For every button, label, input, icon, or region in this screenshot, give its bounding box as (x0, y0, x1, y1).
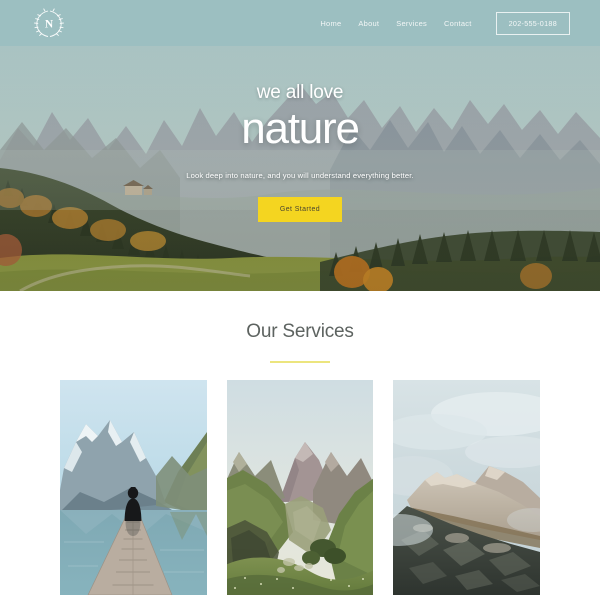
service-cards (60, 380, 540, 595)
logo-letter: N (45, 18, 54, 30)
site-logo[interactable]: N (32, 7, 66, 39)
service-card-image-3 (393, 380, 540, 595)
service-card-image-1 (60, 380, 207, 595)
services-heading: Our Services (246, 321, 354, 342)
nav-item-contact[interactable]: Contact (444, 19, 472, 28)
services-section: Our Services (0, 291, 600, 600)
site-header: N Home About Services Contact 202-555-01… (0, 0, 600, 46)
nav-item-services[interactable]: Services (396, 19, 427, 28)
get-started-button[interactable]: Get Started (257, 196, 343, 222)
services-underline (270, 361, 330, 363)
nav-item-home[interactable]: Home (320, 19, 341, 28)
service-card-misty-ridge[interactable] (393, 380, 540, 595)
laurel-wreath-icon: N (34, 8, 64, 37)
hero-kicker: we all love (256, 82, 344, 103)
landing-page: we all love nature Look deep into nature… (0, 0, 600, 600)
hero-title: nature (241, 104, 360, 153)
nav-item-about[interactable]: About (358, 19, 379, 28)
service-card-image-2 (226, 380, 374, 595)
phone-number-button[interactable]: 202-555-0188 (495, 11, 570, 35)
main-navigation: Home About Services Contact 202-555-0188 (320, 0, 570, 46)
service-card-alpine-valley[interactable] (226, 380, 374, 595)
hero-subtitle: Look deep into nature, and you will unde… (186, 170, 414, 180)
service-card-lake-dock[interactable] (60, 380, 207, 595)
